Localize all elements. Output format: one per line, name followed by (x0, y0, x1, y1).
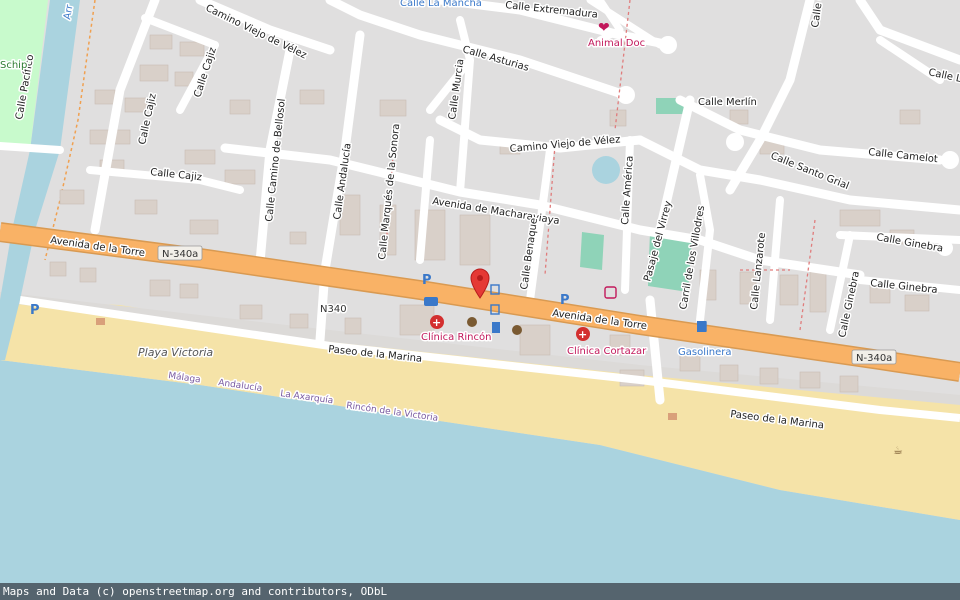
beach-kiosk (96, 318, 105, 325)
label-n340: N340 (320, 304, 347, 315)
cafe-icon: ☕ (893, 444, 903, 457)
parking-icon: P (560, 293, 570, 308)
svg-text:N-340a: N-340a (856, 353, 892, 364)
label-schip: Schip (0, 60, 27, 71)
label-calle-merlin: Calle Merlín (698, 96, 757, 108)
gasolinera-label: Gasolinera (678, 347, 732, 358)
map-canvas[interactable]: Avenida de la Torre Avenida de la Torre … (0, 0, 960, 600)
svg-text:+: + (432, 316, 441, 329)
animal-doc-label: Animal Doc (588, 38, 645, 49)
beach-kiosk (668, 413, 677, 420)
pool (592, 156, 620, 184)
label-calle-la-mancha: Calle La Mancha (400, 0, 482, 9)
svg-text:N-340a: N-340a (162, 249, 198, 260)
veterinary-icon: ❤ (598, 20, 610, 36)
taxi-icon (467, 317, 477, 327)
road-shield-n340a-2: N-340a (851, 349, 897, 365)
parking-icon: P (30, 303, 40, 318)
label-playa-victoria: Playa Victoria (138, 346, 213, 359)
clinica-cortazar-label: Clínica Cortazar (567, 345, 647, 357)
clinica-rincon-label: Clínica Rincón (421, 331, 491, 343)
park-patch (580, 232, 604, 270)
map-attribution[interactable]: Maps and Data (c) openstreetmap.org and … (0, 583, 960, 600)
taxi-icon (424, 297, 438, 306)
svg-text:+: + (578, 328, 587, 341)
map-layer: Avenida de la Torre Avenida de la Torre … (0, 0, 960, 600)
road-shield-n340a-1: N-340a (157, 245, 203, 261)
taxi-icon (512, 325, 522, 335)
parking-icon: P (422, 273, 432, 288)
fuel-icon (492, 322, 500, 333)
